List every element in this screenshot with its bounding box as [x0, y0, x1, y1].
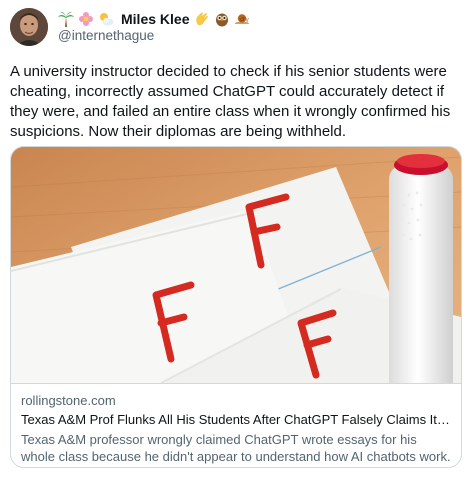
author-handle[interactable]: @internethague	[58, 28, 154, 43]
link-card-title[interactable]: Texas A&M Prof Flunks All His Students A…	[21, 412, 451, 427]
palm-tree-icon	[58, 11, 74, 27]
flower-icon	[78, 11, 94, 27]
author-display-name[interactable]: Miles Klee	[121, 11, 189, 27]
link-card-description: Texas A&M professor wrongly claimed Chat…	[21, 432, 451, 464]
link-card[interactable]: F F F rollingstone.com Texas A&M Prof Fl…	[10, 146, 462, 468]
tweet[interactable]: Miles Klee @internethague A university i…	[0, 0, 474, 481]
snail-icon	[234, 11, 250, 27]
link-card-domain: rollingstone.com	[21, 393, 116, 408]
tweet-text: A university instructor decided to check…	[10, 63, 451, 140]
link-card-meta[interactable]: rollingstone.com Texas A&M Prof Flunks A…	[11, 383, 461, 467]
author-name-row: Miles Klee	[58, 9, 252, 29]
avatar[interactable]	[10, 8, 48, 46]
sun-cloud-icon	[98, 11, 114, 27]
clapping-hand-icon	[194, 11, 210, 27]
link-card-image[interactable]: F F F	[11, 147, 461, 383]
owl-icon	[214, 11, 230, 27]
